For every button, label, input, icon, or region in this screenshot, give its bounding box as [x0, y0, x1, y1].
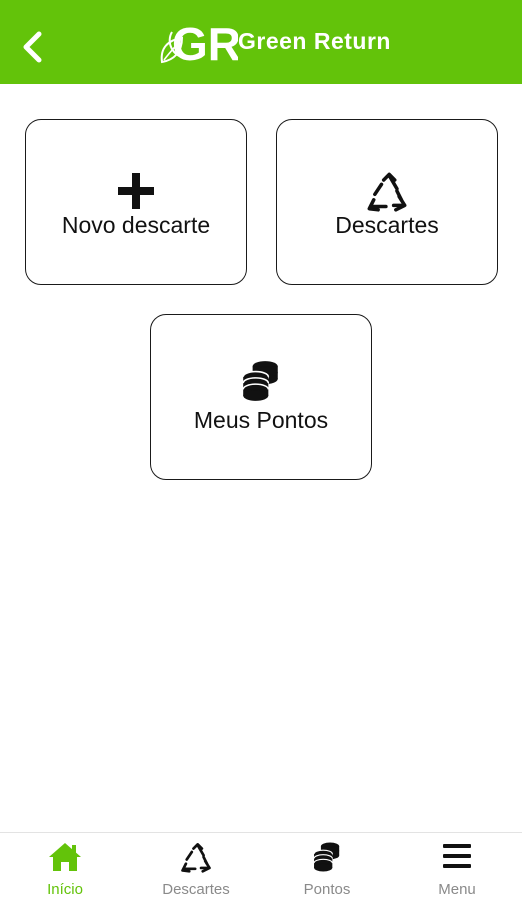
- tab-home[interactable]: Início: [0, 833, 130, 901]
- home-icon: [49, 843, 81, 871]
- tab-menu[interactable]: Menu: [392, 833, 522, 901]
- disposals-label: Descartes: [335, 212, 439, 238]
- leaf-logo-icon: GR: [160, 18, 238, 70]
- tab-disposals-label: Descartes: [162, 881, 230, 898]
- coins-icon: [313, 841, 340, 873]
- tab-disposals[interactable]: Descartes: [131, 833, 261, 901]
- tab-points[interactable]: Pontos: [262, 833, 392, 901]
- brand-logo: GR Green Return: [158, 12, 418, 72]
- plus-icon: [118, 173, 154, 209]
- recycle-icon: [367, 172, 407, 212]
- new-disposal-button[interactable]: Novo descarte: [25, 119, 247, 285]
- back-button[interactable]: [18, 30, 48, 64]
- app-header: GR Green Return: [0, 0, 522, 84]
- recycle-icon: [181, 843, 211, 873]
- my-points-button[interactable]: Meus Pontos: [150, 314, 372, 480]
- tab-points-label: Pontos: [303, 881, 351, 898]
- menu-icon: [443, 844, 471, 868]
- my-points-label: Meus Pontos: [193, 407, 329, 433]
- bottom-tab-bar: Início Descartes Pontos Menu: [0, 832, 522, 901]
- new-disposal-label: Novo descarte: [61, 212, 211, 238]
- tab-home-label: Início: [47, 881, 83, 898]
- coins-icon: [242, 360, 279, 402]
- tab-menu-label: Menu: [438, 881, 476, 898]
- logo-letter-g: GR: [172, 18, 238, 70]
- brand-name: Green Return: [238, 28, 391, 54]
- disposals-button[interactable]: Descartes: [276, 119, 498, 285]
